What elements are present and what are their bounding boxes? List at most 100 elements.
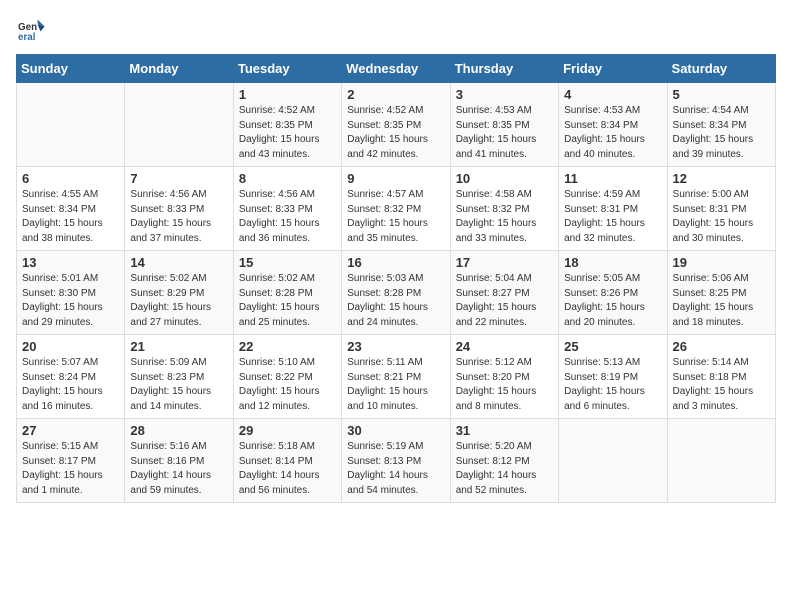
- day-info: Sunrise: 4:55 AM Sunset: 8:34 PM Dayligh…: [22, 188, 119, 246]
- day-number: 10: [456, 171, 553, 186]
- calendar-cell: 26 Sunrise: 5:14 AM Sunset: 8:18 PM Dayli…: [667, 335, 775, 419]
- day-number: 30: [347, 423, 444, 438]
- calendar-cell: 31Sunrise: 5:20 AM Sunset: 8:12 PM Dayli…: [450, 419, 558, 503]
- day-number: 4: [564, 87, 661, 102]
- day-info: Sunrise: 4:54 AM Sunset: 8:34 PM Dayligh…: [673, 104, 770, 162]
- calendar-cell: 15 Sunrise: 5:02 AM Sunset: 8:28 PM Dayli…: [233, 251, 341, 335]
- day-number: 18: [564, 255, 661, 270]
- day-info: Sunrise: 4:58 AM Sunset: 8:32 PM Dayligh…: [456, 188, 553, 246]
- calendar-cell: 27Sunrise: 5:15 AM Sunset: 8:17 PM Dayli…: [17, 419, 125, 503]
- weekday-header-saturday: Saturday: [667, 55, 775, 83]
- svg-text:eral: eral: [18, 32, 36, 43]
- day-number: 3: [456, 87, 553, 102]
- logo-icon: Gen eral: [18, 16, 46, 44]
- calendar-cell: [559, 419, 667, 503]
- calendar-cell: 19 Sunrise: 5:06 AM Sunset: 8:25 PM Dayli…: [667, 251, 775, 335]
- day-info: Sunrise: 5:13 AM Sunset: 8:19 PM Dayligh…: [564, 356, 661, 414]
- day-info: Sunrise: 4:52 AM Sunset: 8:35 PM Dayligh…: [347, 104, 444, 162]
- day-info: Sunrise: 5:16 AM Sunset: 8:16 PM Dayligh…: [130, 440, 227, 498]
- day-info: Sunrise: 5:06 AM Sunset: 8:25 PM Dayligh…: [673, 272, 770, 330]
- calendar-cell: 10 Sunrise: 4:58 AM Sunset: 8:32 PM Dayli…: [450, 167, 558, 251]
- weekday-header-friday: Friday: [559, 55, 667, 83]
- calendar-table: SundayMondayTuesdayWednesdayThursdayFrid…: [16, 54, 776, 503]
- calendar-cell: 17 Sunrise: 5:04 AM Sunset: 8:27 PM Dayli…: [450, 251, 558, 335]
- calendar-cell: 5 Sunrise: 4:54 AM Sunset: 8:34 PM Daylig…: [667, 83, 775, 167]
- calendar-cell: [17, 83, 125, 167]
- calendar-cell: 3 Sunrise: 4:53 AM Sunset: 8:35 PM Daylig…: [450, 83, 558, 167]
- day-number: 21: [130, 339, 227, 354]
- day-info: Sunrise: 4:52 AM Sunset: 8:35 PM Dayligh…: [239, 104, 336, 162]
- day-number: 2: [347, 87, 444, 102]
- calendar-cell: 25Sunrise: 5:13 AM Sunset: 8:19 PM Dayli…: [559, 335, 667, 419]
- day-number: 1: [239, 87, 336, 102]
- day-info: Sunrise: 5:20 AM Sunset: 8:12 PM Dayligh…: [456, 440, 553, 498]
- day-info: Sunrise: 5:03 AM Sunset: 8:28 PM Dayligh…: [347, 272, 444, 330]
- day-info: Sunrise: 4:59 AM Sunset: 8:31 PM Dayligh…: [564, 188, 661, 246]
- calendar-cell: 23 Sunrise: 5:11 AM Sunset: 8:21 PM Dayli…: [342, 335, 450, 419]
- calendar-week-1: 1 Sunrise: 4:52 AM Sunset: 8:35 PM Daylig…: [17, 83, 776, 167]
- weekday-header-sunday: Sunday: [17, 55, 125, 83]
- day-info: Sunrise: 5:15 AM Sunset: 8:17 PM Dayligh…: [22, 440, 119, 498]
- weekday-header-monday: Monday: [125, 55, 233, 83]
- calendar-cell: 8 Sunrise: 4:56 AM Sunset: 8:33 PM Daylig…: [233, 167, 341, 251]
- day-info: Sunrise: 5:02 AM Sunset: 8:28 PM Dayligh…: [239, 272, 336, 330]
- day-info: Sunrise: 5:00 AM Sunset: 8:31 PM Dayligh…: [673, 188, 770, 246]
- day-number: 28: [130, 423, 227, 438]
- weekday-header-tuesday: Tuesday: [233, 55, 341, 83]
- day-number: 8: [239, 171, 336, 186]
- calendar-cell: 29Sunrise: 5:18 AM Sunset: 8:14 PM Dayli…: [233, 419, 341, 503]
- day-number: 11: [564, 171, 661, 186]
- calendar-week-2: 6Sunrise: 4:55 AM Sunset: 8:34 PM Daylig…: [17, 167, 776, 251]
- weekday-header-row: SundayMondayTuesdayWednesdayThursdayFrid…: [17, 55, 776, 83]
- calendar-cell: 18 Sunrise: 5:05 AM Sunset: 8:26 PM Dayli…: [559, 251, 667, 335]
- day-number: 15: [239, 255, 336, 270]
- calendar-body: 1 Sunrise: 4:52 AM Sunset: 8:35 PM Daylig…: [17, 83, 776, 503]
- day-info: Sunrise: 5:12 AM Sunset: 8:20 PM Dayligh…: [456, 356, 553, 414]
- calendar-cell: 30 Sunrise: 5:19 AM Sunset: 8:13 PM Dayli…: [342, 419, 450, 503]
- day-info: Sunrise: 5:09 AM Sunset: 8:23 PM Dayligh…: [130, 356, 227, 414]
- day-info: Sunrise: 5:02 AM Sunset: 8:29 PM Dayligh…: [130, 272, 227, 330]
- day-number: 17: [456, 255, 553, 270]
- day-number: 13: [22, 255, 119, 270]
- calendar-cell: 22Sunrise: 5:10 AM Sunset: 8:22 PM Dayli…: [233, 335, 341, 419]
- page-header: Gen eral: [16, 16, 776, 44]
- calendar-cell: 2 Sunrise: 4:52 AM Sunset: 8:35 PM Daylig…: [342, 83, 450, 167]
- day-number: 7: [130, 171, 227, 186]
- calendar-week-3: 13 Sunrise: 5:01 AM Sunset: 8:30 PM Dayli…: [17, 251, 776, 335]
- calendar-cell: 1 Sunrise: 4:52 AM Sunset: 8:35 PM Daylig…: [233, 83, 341, 167]
- day-info: Sunrise: 5:11 AM Sunset: 8:21 PM Dayligh…: [347, 356, 444, 414]
- calendar-cell: [125, 83, 233, 167]
- day-number: 9: [347, 171, 444, 186]
- day-number: 19: [673, 255, 770, 270]
- day-info: Sunrise: 5:05 AM Sunset: 8:26 PM Dayligh…: [564, 272, 661, 330]
- calendar-cell: 4Sunrise: 4:53 AM Sunset: 8:34 PM Daylig…: [559, 83, 667, 167]
- day-info: Sunrise: 5:14 AM Sunset: 8:18 PM Dayligh…: [673, 356, 770, 414]
- day-info: Sunrise: 4:56 AM Sunset: 8:33 PM Dayligh…: [239, 188, 336, 246]
- day-info: Sunrise: 4:57 AM Sunset: 8:32 PM Dayligh…: [347, 188, 444, 246]
- day-number: 16: [347, 255, 444, 270]
- calendar-cell: 13 Sunrise: 5:01 AM Sunset: 8:30 PM Dayli…: [17, 251, 125, 335]
- day-number: 24: [456, 339, 553, 354]
- day-info: Sunrise: 5:04 AM Sunset: 8:27 PM Dayligh…: [456, 272, 553, 330]
- day-info: Sunrise: 5:01 AM Sunset: 8:30 PM Dayligh…: [22, 272, 119, 330]
- calendar-week-4: 20Sunrise: 5:07 AM Sunset: 8:24 PM Dayli…: [17, 335, 776, 419]
- day-info: Sunrise: 5:07 AM Sunset: 8:24 PM Dayligh…: [22, 356, 119, 414]
- day-number: 26: [673, 339, 770, 354]
- day-number: 5: [673, 87, 770, 102]
- day-number: 22: [239, 339, 336, 354]
- calendar-cell: 14Sunrise: 5:02 AM Sunset: 8:29 PM Dayli…: [125, 251, 233, 335]
- calendar-cell: 21 Sunrise: 5:09 AM Sunset: 8:23 PM Dayli…: [125, 335, 233, 419]
- day-info: Sunrise: 5:18 AM Sunset: 8:14 PM Dayligh…: [239, 440, 336, 498]
- calendar-cell: [667, 419, 775, 503]
- calendar-cell: 24 Sunrise: 5:12 AM Sunset: 8:20 PM Dayli…: [450, 335, 558, 419]
- calendar-week-5: 27Sunrise: 5:15 AM Sunset: 8:17 PM Dayli…: [17, 419, 776, 503]
- day-info: Sunrise: 4:53 AM Sunset: 8:35 PM Dayligh…: [456, 104, 553, 162]
- calendar-cell: 11 Sunrise: 4:59 AM Sunset: 8:31 PM Dayli…: [559, 167, 667, 251]
- calendar-cell: 12Sunrise: 5:00 AM Sunset: 8:31 PM Dayli…: [667, 167, 775, 251]
- weekday-header-wednesday: Wednesday: [342, 55, 450, 83]
- day-info: Sunrise: 5:19 AM Sunset: 8:13 PM Dayligh…: [347, 440, 444, 498]
- logo: Gen eral: [16, 16, 48, 44]
- day-number: 23: [347, 339, 444, 354]
- calendar-cell: 16 Sunrise: 5:03 AM Sunset: 8:28 PM Dayli…: [342, 251, 450, 335]
- day-info: Sunrise: 4:56 AM Sunset: 8:33 PM Dayligh…: [130, 188, 227, 246]
